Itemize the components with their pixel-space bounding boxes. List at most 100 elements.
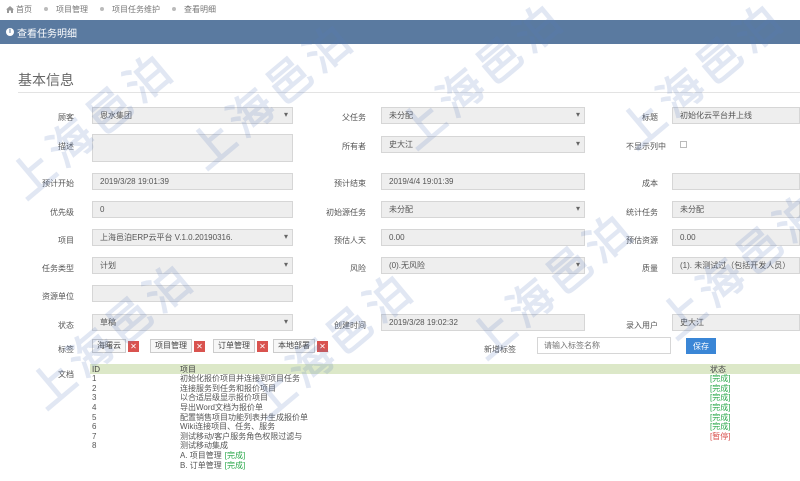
owner-select[interactable]: 史大江 [381, 136, 585, 153]
breadcrumb-item: 项目管理 [56, 4, 88, 14]
cost-field[interactable] [672, 173, 800, 190]
tag-chip: 订单管理 ✕ [213, 339, 268, 353]
row-id: 4 [92, 403, 97, 413]
home-icon [6, 5, 14, 13]
parent-task-select[interactable]: 未分配 [381, 107, 585, 124]
save-tag-button[interactable]: 保存 [686, 338, 716, 354]
tag-text: 海曙云 [92, 339, 126, 353]
title-field[interactable]: 初始化云平台并上线 [672, 107, 800, 124]
breadcrumb-home[interactable]: 首页 [6, 4, 32, 15]
table-row[interactable]: 6 Wiki连接项目、任务、服务 [完成] [90, 422, 800, 432]
remove-tag-icon[interactable]: ✕ [317, 340, 328, 352]
created-time-field[interactable]: 2019/3/28 19:02:32 [381, 314, 585, 331]
risk-select[interactable]: (0).无风险 [381, 257, 585, 274]
task-type-label: 任务类型 [42, 264, 74, 273]
plan-start-label: 预计开始 [42, 179, 74, 188]
entry-user-field[interactable]: 史大江 [672, 314, 800, 331]
title-label: 标题 [642, 113, 658, 122]
stat-task-field[interactable]: 未分配 [672, 201, 800, 218]
customer-select[interactable]: 恩水集团 [92, 107, 293, 124]
col-item: 项目 [180, 364, 196, 374]
new-tag-input[interactable] [537, 337, 671, 354]
breadcrumb-item: 首页 [16, 4, 32, 14]
row-item: 初始化报价项目并连接到项目任务 [180, 374, 300, 384]
row-id: 5 [92, 412, 97, 422]
description-label: 描述 [58, 142, 74, 151]
plan-start-field[interactable]: 2019/3/28 19:01:39 [92, 173, 293, 190]
doc-table-header: ID 项目 状态 [90, 364, 800, 374]
customer-label: 顾客 [58, 113, 74, 122]
description-field[interactable] [92, 134, 293, 162]
table-row[interactable]: 5 配置销售项目功能列表并生成报价单 [完成] [90, 412, 800, 422]
quality-field[interactable]: (1). 未测试过（包括开发人员） [672, 257, 800, 274]
priority-label: 优先级 [50, 208, 74, 217]
breadcrumb-item: 查看明细 [184, 4, 216, 14]
entry-user-label: 录入用户 [626, 321, 658, 330]
row-status: [完成] [710, 422, 731, 432]
remove-tag-icon[interactable]: ✕ [194, 340, 205, 352]
list-item: B. 订单管理 [完成] [90, 460, 800, 470]
breadcrumb-separator-icon [44, 7, 48, 11]
risk-label: 风险 [350, 264, 366, 273]
breadcrumb: 首页 项目管理 项目任务维护 查看明细 [0, 0, 800, 18]
subitem-text: B. 订单管理 [180, 460, 222, 470]
cost-label: 成本 [642, 179, 658, 188]
status-label: 状态 [58, 321, 74, 330]
row-item: 以合适层级显示报价项目 [180, 393, 268, 403]
estimate-resource-field[interactable]: 0.00 [672, 229, 800, 246]
breadcrumb-current: 查看明细 [172, 4, 216, 15]
new-tag-label: 新增标签 [484, 345, 516, 354]
breadcrumb-item: 项目任务维护 [112, 4, 160, 14]
hide-in-list-label: 不显示列中 [626, 142, 666, 151]
subitem-status: [完成] [224, 460, 246, 470]
stat-task-label: 统计任务 [626, 208, 658, 217]
section-title: 基本信息 [18, 72, 74, 88]
breadcrumb-task-maint[interactable]: 项目任务维护 [100, 4, 160, 15]
row-status: [完成] [710, 374, 731, 384]
resource-unit-label: 资源单位 [42, 292, 74, 301]
breadcrumb-separator-icon [100, 7, 104, 11]
plan-end-field[interactable]: 2019/4/4 19:01:39 [381, 173, 585, 190]
task-type-select[interactable]: 计划 [92, 257, 293, 274]
tag-text: 本地部署 [273, 339, 315, 353]
section-divider [18, 92, 800, 93]
row-id: 8 [92, 441, 97, 451]
table-row[interactable]: 7 测试移动/客户服务角色权限过滤与 [暂停] [90, 432, 800, 442]
estimate-resource-label: 预估资源 [626, 236, 658, 245]
table-row[interactable]: 1 初始化报价项目并连接到项目任务 [完成] [90, 374, 800, 384]
row-status: [暂停] [710, 431, 731, 441]
resource-unit-field[interactable] [92, 285, 293, 302]
remove-tag-icon[interactable]: ✕ [128, 340, 139, 352]
hide-in-list-checkbox[interactable] [680, 141, 687, 148]
row-item: 导出Word文档为报价单 [180, 403, 263, 413]
row-item: 连接服务到任务和报价项目 [180, 383, 276, 393]
col-id: ID [92, 364, 100, 374]
doc-table-body: 1 初始化报价项目并连接到项目任务 [完成] 2 连接服务到任务和报价项目 [完成] 3 以合… [90, 374, 800, 470]
row-id: 3 [92, 393, 97, 403]
project-select[interactable]: 上海邑泊ERP云平台 V.1.0.20190316. [92, 229, 293, 246]
quality-label: 质量 [642, 264, 658, 273]
priority-field[interactable]: 0 [92, 201, 293, 218]
remove-tag-icon[interactable]: ✕ [257, 340, 268, 352]
row-item: 测试移动/客户服务角色权限过滤与 [180, 431, 303, 441]
parent-task-label: 父任务 [342, 113, 366, 122]
info-icon: i [6, 28, 14, 36]
row-id: 7 [92, 431, 97, 441]
row-status: [完成] [710, 383, 731, 393]
project-label: 项目 [58, 236, 74, 245]
tag-chip: 本地部署 ✕ [273, 339, 328, 353]
panel-title-bar: i 查看任务明细 [0, 20, 800, 44]
table-row[interactable]: 4 导出Word文档为报价单 [完成] [90, 403, 800, 413]
row-id: 6 [92, 422, 97, 432]
breadcrumb-project-mgmt[interactable]: 项目管理 [44, 4, 88, 15]
status-select[interactable]: 草稿 [92, 314, 293, 331]
row-item: 配置销售项目功能列表并生成报价单 [180, 412, 308, 422]
plan-end-label: 预计结束 [334, 179, 366, 188]
estimate-days-field[interactable]: 0.00 [381, 229, 585, 246]
estimate-days-label: 预估人天 [334, 236, 366, 245]
initial-source-task-select[interactable]: 未分配 [381, 201, 585, 218]
doc-table: ID 项目 状态 1 初始化报价项目并连接到项目任务 [完成] 2 连接服务到任务和报价… [90, 364, 800, 470]
table-row[interactable]: 3 以合适层级显示报价项目 [完成] [90, 393, 800, 403]
tag-chip: 海曙云 ✕ [92, 339, 139, 353]
table-row[interactable]: 2 连接服务到任务和报价项目 [完成] [90, 384, 800, 394]
